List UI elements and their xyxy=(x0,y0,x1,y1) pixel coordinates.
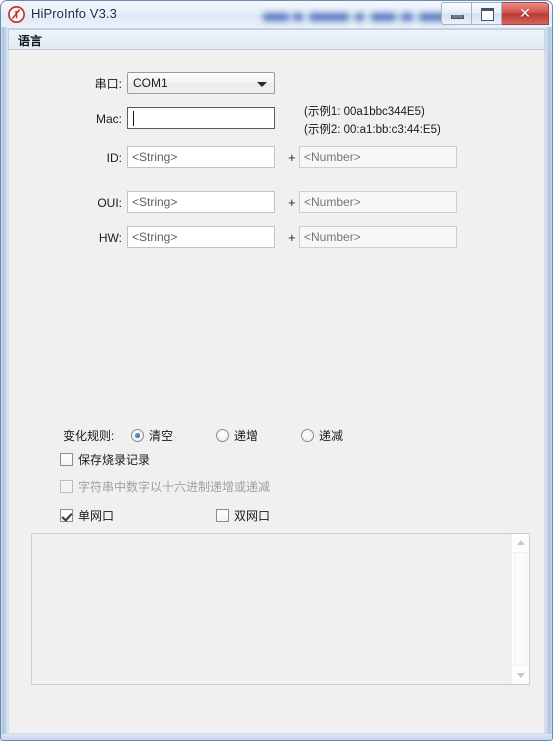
checkbox-hex-increment-label: 字符串中数字以十六进制递增或递减 xyxy=(78,480,271,494)
application-window: HiProInfo V3.3 ✕ 语言 串口: COM1 Mac: (示例1: … xyxy=(0,0,553,741)
hw-string-input[interactable] xyxy=(127,226,275,248)
window-edge-left xyxy=(1,27,8,740)
checkbox-single-port[interactable]: 单网口 xyxy=(60,507,114,524)
checkbox-dual-port[interactable]: 双网口 xyxy=(216,507,270,524)
menu-bar: 语言 xyxy=(8,29,545,50)
mac-hint-2: (示例2: 00:a1:bb:c3:44:E5) xyxy=(304,124,441,136)
client-area: 串口: COM1 Mac: (示例1: 00a1bbc344E5) (示例2: … xyxy=(8,50,545,734)
change-rule-label: 变化规则: xyxy=(63,429,115,443)
oui-plus-separator: + xyxy=(288,195,296,210)
close-button[interactable]: ✕ xyxy=(502,2,549,25)
checkbox-dual-port-label: 双网口 xyxy=(234,509,271,523)
radio-decrement[interactable]: 递减 xyxy=(301,427,343,444)
mac-hint-1: (示例1: 00a1bbc344E5) xyxy=(304,106,425,118)
checkbox-hex-increment-indicator xyxy=(60,480,73,493)
oui-string-input[interactable] xyxy=(127,191,275,213)
radio-clear-indicator xyxy=(131,429,144,442)
maximize-button[interactable] xyxy=(472,2,502,25)
serial-port-row: 串口: COM1 xyxy=(9,72,544,96)
mac-row: Mac: (示例1: 00a1bbc344E5) (示例2: 00:a1:bb:… xyxy=(9,106,544,136)
hw-number-input[interactable] xyxy=(299,226,457,248)
serial-port-select[interactable]: COM1 xyxy=(127,72,275,94)
minimize-button[interactable] xyxy=(441,2,472,25)
radio-increment-label: 递增 xyxy=(234,429,259,443)
hw-row: HW: + xyxy=(9,226,544,250)
window-edge-bottom xyxy=(1,734,552,740)
radio-clear[interactable]: 清空 xyxy=(131,427,173,444)
window-edge-right xyxy=(545,27,552,740)
checkbox-hex-increment: 字符串中数字以十六进制递增或递减 xyxy=(60,478,270,495)
text-cursor xyxy=(133,111,134,126)
checkbox-save-burn-record-indicator xyxy=(60,453,73,466)
close-icon: ✕ xyxy=(519,5,531,21)
id-label: ID: xyxy=(106,151,122,165)
maximize-icon xyxy=(481,8,494,21)
chevron-down-icon xyxy=(257,82,267,87)
id-plus-separator: + xyxy=(288,150,296,165)
radio-decrement-indicator xyxy=(301,429,314,442)
menu-item-language[interactable]: 语言 xyxy=(9,30,51,49)
checkbox-single-port-label: 单网口 xyxy=(78,509,115,523)
window-controls: ✕ xyxy=(441,2,549,25)
app-logo-icon xyxy=(8,6,25,23)
minimize-icon xyxy=(451,15,464,19)
checkbox-single-port-indicator xyxy=(60,509,73,522)
mac-label: Mac: xyxy=(95,112,122,126)
oui-label: OUI: xyxy=(97,196,122,210)
scroll-down-arrow-icon[interactable] xyxy=(512,667,529,684)
checkbox-dual-port-indicator xyxy=(216,509,229,522)
radio-decrement-label: 递减 xyxy=(319,429,344,443)
serial-port-label: 串口: xyxy=(94,77,122,91)
id-row: ID: + xyxy=(9,146,544,170)
window-title: HiProInfo V3.3 xyxy=(31,6,117,21)
checkbox-save-burn-record[interactable]: 保存烧录记录 xyxy=(60,451,150,468)
log-output-text[interactable] xyxy=(32,534,512,684)
id-string-input[interactable] xyxy=(127,146,275,168)
checkbox-save-burn-record-label: 保存烧录记录 xyxy=(78,453,151,467)
id-number-input[interactable] xyxy=(299,146,457,168)
serial-port-value: COM1 xyxy=(133,76,168,90)
title-watermark-blurred xyxy=(259,6,464,25)
radio-increment-indicator xyxy=(216,429,229,442)
scrollbar-thumb[interactable] xyxy=(514,552,527,666)
title-bar: HiProInfo V3.3 ✕ xyxy=(1,1,552,29)
radio-clear-label: 清空 xyxy=(149,429,174,443)
log-scrollbar[interactable] xyxy=(511,534,529,684)
radio-increment[interactable]: 递增 xyxy=(216,427,258,444)
oui-number-input[interactable] xyxy=(299,191,457,213)
log-output-box xyxy=(31,533,530,685)
mac-input[interactable] xyxy=(127,107,275,129)
scroll-up-arrow-icon[interactable] xyxy=(512,534,529,551)
hw-plus-separator: + xyxy=(288,230,296,245)
oui-row: OUI: + xyxy=(9,191,544,215)
hw-label: HW: xyxy=(98,231,122,245)
